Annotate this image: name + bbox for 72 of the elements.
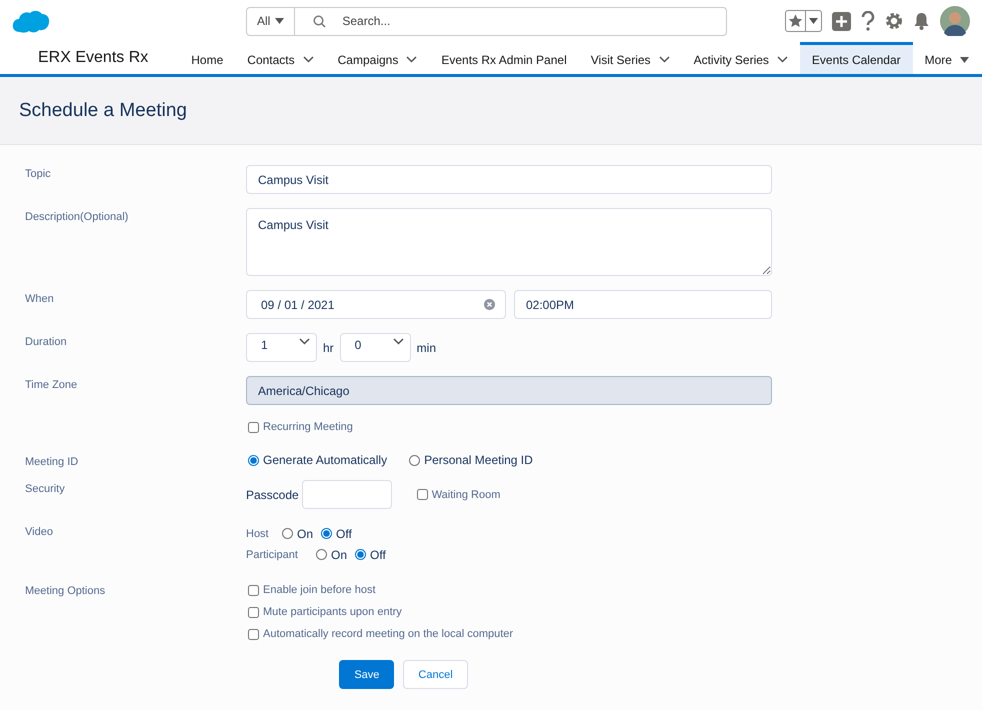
time-field[interactable]: 02:00PM bbox=[514, 290, 772, 319]
add-button[interactable] bbox=[832, 12, 851, 30]
option-label: On bbox=[297, 526, 314, 540]
option-label: Generate Automatically bbox=[263, 453, 388, 467]
caret-icon bbox=[960, 56, 969, 62]
more-tab[interactable]: More bbox=[912, 42, 981, 74]
field-label: Meeting ID bbox=[25, 455, 80, 468]
nav-tab[interactable]: Events Rx Admin Panel bbox=[429, 42, 579, 74]
checkbox[interactable] bbox=[248, 606, 259, 618]
avatar[interactable] bbox=[940, 6, 970, 36]
checkbox-label: Mute participants upon entry bbox=[263, 606, 402, 618]
description-field[interactable]: Campus Visit bbox=[246, 208, 772, 276]
passcode-label: Passcode bbox=[246, 488, 299, 502]
page-title: Schedule a Meeting bbox=[19, 100, 187, 122]
chevron-down-icon bbox=[392, 338, 404, 345]
video-row-label: Host bbox=[246, 528, 270, 540]
settings-button[interactable] bbox=[885, 12, 903, 30]
nav-tab[interactable]: Contacts bbox=[235, 42, 326, 74]
date-field[interactable]: 09 / 01 / 2021 bbox=[246, 290, 506, 319]
field-label: Description(Optional) bbox=[25, 210, 130, 223]
field-label: Security bbox=[25, 482, 66, 495]
checkbox-label: Enable join before host bbox=[263, 584, 376, 596]
chevron-down-icon bbox=[299, 338, 310, 345]
option-label: Off bbox=[336, 526, 352, 540]
nav-tab[interactable]: Events Calendar bbox=[800, 42, 913, 74]
nav-tab[interactable]: Visit Series bbox=[578, 42, 682, 74]
radio-button[interactable] bbox=[316, 549, 327, 560]
caret-icon bbox=[275, 18, 284, 24]
save-button[interactable]: Save bbox=[339, 660, 394, 689]
option-label: On bbox=[331, 548, 348, 562]
checkbox-label: Waiting Room bbox=[432, 488, 500, 500]
hours-select[interactable]: 1 bbox=[246, 333, 317, 362]
field-label: Video bbox=[25, 525, 54, 538]
checkbox[interactable] bbox=[248, 422, 259, 432]
app-name: ERX Events Rx bbox=[38, 49, 148, 67]
time-zone-field[interactable]: America/Chicago bbox=[246, 376, 772, 405]
nav-tab[interactable]: Home bbox=[179, 42, 236, 74]
caret-icon bbox=[809, 18, 818, 24]
minutes-select[interactable]: 0 bbox=[340, 333, 411, 362]
radio-button[interactable] bbox=[282, 528, 293, 539]
checkbox[interactable] bbox=[416, 489, 428, 500]
radio-button[interactable] bbox=[355, 549, 366, 560]
cancel-button[interactable]: Cancel bbox=[403, 660, 468, 689]
search-bar[interactable]: All Search... bbox=[246, 6, 727, 36]
field-label: Topic bbox=[25, 167, 52, 180]
radio-button[interactable] bbox=[321, 528, 332, 539]
checkbox-label: Recurring Meeting bbox=[263, 421, 353, 433]
field-label: Duration bbox=[25, 335, 68, 348]
notifications-button[interactable] bbox=[913, 12, 930, 30]
help-button[interactable] bbox=[861, 11, 875, 31]
nav-tab[interactable]: Activity Series bbox=[682, 42, 800, 74]
cloud-logo-icon bbox=[12, 8, 50, 34]
favorites-button[interactable] bbox=[785, 10, 822, 32]
unit-label: min bbox=[416, 340, 436, 354]
topic-field[interactable]: Campus Visit bbox=[246, 165, 772, 194]
option-label: Off bbox=[370, 548, 386, 562]
checkbox-label: Automatically record meeting on the local computer bbox=[263, 628, 514, 640]
checkbox[interactable] bbox=[248, 584, 259, 596]
checkbox[interactable] bbox=[248, 628, 259, 640]
search-scope-dropdown[interactable]: All bbox=[247, 8, 296, 34]
video-row-label: Participant bbox=[246, 548, 299, 560]
passcode-field[interactable] bbox=[302, 480, 392, 509]
field-label: When bbox=[25, 292, 55, 305]
search-icon bbox=[313, 14, 326, 28]
field-label: Time Zone bbox=[25, 378, 78, 391]
nav-tab[interactable]: Campaigns bbox=[326, 42, 430, 74]
clear-icon[interactable] bbox=[484, 299, 495, 310]
unit-label: hr bbox=[323, 340, 334, 354]
option-label: Personal Meeting ID bbox=[424, 453, 533, 467]
radio-button[interactable] bbox=[409, 454, 420, 466]
field-label: Meeting Options bbox=[25, 584, 106, 597]
radio-button[interactable] bbox=[248, 454, 259, 466]
